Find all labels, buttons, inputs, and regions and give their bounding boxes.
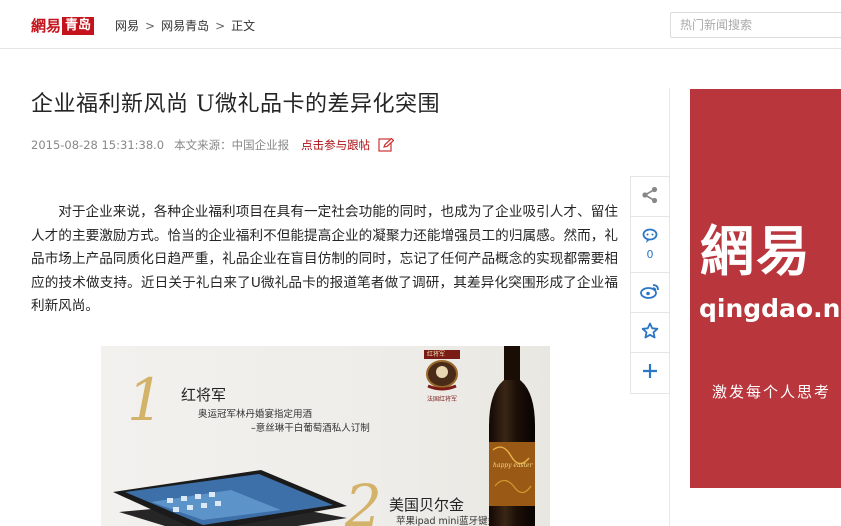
more-share-button[interactable] [631,353,669,393]
chevron-right-icon: > [215,18,226,33]
article-body: 对于企业来说，各种企业福利项目在具有一定社会功能的同时，也成为了企业吸引人才、留… [31,201,618,319]
badge-caption: 法国红将军 [427,396,458,403]
item2-number: 2 [345,472,382,526]
ad-brand: 網易 [700,219,812,283]
logo-channel: 青岛 [62,16,95,35]
comment-icon [642,228,658,248]
share-icon [641,186,659,208]
edit-pencil-icon[interactable] [378,137,395,152]
ad-slogan: 激发每个人思考 [712,383,832,401]
comment-count-button[interactable]: 0 [631,217,669,273]
search-input[interactable] [670,12,841,38]
favorite-button[interactable] [631,313,669,353]
badge-text: 红将军 [427,351,446,358]
breadcrumb-netease[interactable]: 网易 [115,17,139,34]
site-logo[interactable]: 網易 青岛 [31,16,95,35]
item2-desc: 苹果ipad mini蓝牙键盘 [396,516,498,526]
item1-title: 红将军 [181,386,227,404]
comment-count: 0 [646,248,654,261]
plus-icon [642,363,658,383]
article-title: 企业福利新风尚 U微礼品卡的差异化突围 [31,92,441,117]
comment-link[interactable]: 点击参与跟帖 [301,137,370,153]
bottle-label: happy easter [493,462,533,469]
weibo-share-button[interactable] [631,273,669,313]
item1-desc-line2: –意丝琳干白葡萄酒私人订制 [251,423,370,434]
publish-datetime: 2015-08-28 15:31:38.0 [31,138,165,152]
article-meta: 2015-08-28 15:31:38.0 本文来源：中国企业报 点击参与跟帖 [31,137,395,153]
breadcrumb: 网易 > 网易青岛 > 正文 [115,17,255,34]
item2-title: 美国贝尔金 [389,496,465,514]
breadcrumb-current: 正文 [231,19,256,33]
article-paragraph: 对于企业来说，各种企业福利项目在具有一定社会功能的同时，也成为了企业吸引人才、留… [31,204,618,314]
side-advertisement[interactable]: 網易 qingdao.net 激发每个人思考 [690,89,841,488]
wine-bottle: happy easter [483,346,541,526]
ad-domain: qingdao.net [699,294,841,323]
chevron-right-icon: > [145,18,156,33]
breadcrumb-qingdao[interactable]: 网易青岛 [161,17,209,34]
favorite-icon [641,322,659,344]
share-button[interactable] [631,177,669,217]
share-rail: 0 [630,176,670,394]
logo-brand: 網易 [31,17,62,35]
tablet-keyboard-product [111,470,347,526]
article-image: 1 红将军 奥运冠军林丹婚宴指定用酒 –意丝琳干白葡萄酒私人订制 2 美国贝尔金… [101,346,550,526]
item1-number: 1 [127,366,164,434]
wine-brand-badge: 红将军 法国红将军 [418,346,466,406]
article-source: 本文来源：中国企业报 [174,138,290,152]
item1-desc-line1: 奥运冠军林丹婚宴指定用酒 [198,409,313,420]
weibo-icon [640,283,660,303]
top-nav-bar: 網易 青岛 网易 > 网易青岛 > 正文 [0,0,841,49]
